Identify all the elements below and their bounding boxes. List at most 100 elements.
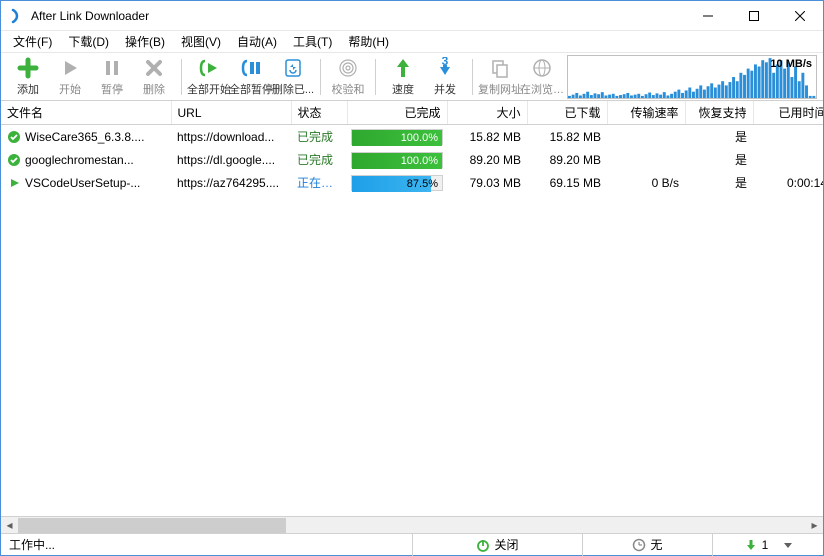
- status-schedule[interactable]: 无: [583, 534, 713, 556]
- downloaded-text: 15.82 MB: [527, 125, 607, 149]
- start-all-label: 全部开始: [187, 81, 231, 97]
- close-button[interactable]: [777, 1, 823, 31]
- add-button[interactable]: 添加: [7, 55, 49, 99]
- status-text: 已完成: [291, 148, 347, 171]
- size-text: 15.82 MB: [447, 125, 527, 149]
- download-table-area[interactable]: 文件名 URL 状态 已完成 大小 已下载 传输速率 恢复支持 已用时间 Wis…: [1, 101, 823, 516]
- copy-url-label: 复制网址: [478, 81, 522, 97]
- in-browser-button[interactable]: 在浏览器...: [521, 55, 563, 99]
- progress-cell: 100.0%: [347, 148, 447, 171]
- scroll-track[interactable]: [18, 517, 806, 534]
- filename-text: VSCodeUserSetup-...: [25, 176, 140, 190]
- col-filename[interactable]: 文件名: [1, 101, 171, 125]
- elapsed-text: [753, 125, 823, 149]
- download-arrow-icon: [744, 538, 758, 552]
- start-all-button[interactable]: 全部开始: [188, 55, 230, 99]
- col-elapsed[interactable]: 已用时间: [753, 101, 823, 125]
- col-downloaded[interactable]: 已下载: [527, 101, 607, 125]
- rate-text: 0 B/s: [607, 171, 685, 194]
- col-resume[interactable]: 恢复支持: [685, 101, 753, 125]
- concurrent-icon: 3: [433, 56, 457, 80]
- status-close[interactable]: 关闭: [413, 534, 583, 556]
- status-working: 工作中...: [1, 534, 413, 556]
- delete-label: 删除: [143, 81, 165, 97]
- progress-cell: 100.0%: [347, 125, 447, 149]
- status-count-text: 1: [762, 538, 769, 552]
- scroll-left-button[interactable]: ◂: [1, 517, 18, 534]
- size-text: 89.20 MB: [447, 148, 527, 171]
- col-url[interactable]: URL: [171, 101, 291, 125]
- pause-icon: [100, 56, 124, 80]
- col-rate[interactable]: 传输速率: [607, 101, 685, 125]
- title-bar: After Link Downloader: [1, 1, 823, 31]
- pause-all-label: 全部暂停: [229, 81, 273, 97]
- url-text: https://download...: [171, 125, 291, 149]
- delete-button[interactable]: 删除: [133, 55, 175, 99]
- start-all-icon: [197, 56, 221, 80]
- menu-item-4[interactable]: 自动(A): [229, 31, 285, 52]
- speed-label: 速度: [392, 81, 414, 97]
- pause-all-button[interactable]: 全部暂停: [230, 55, 272, 99]
- menu-item-5[interactable]: 工具(T): [285, 31, 340, 52]
- app-icon: [9, 8, 25, 24]
- table-header-row: 文件名 URL 状态 已完成 大小 已下载 传输速率 恢复支持 已用时间: [1, 101, 823, 125]
- scroll-thumb[interactable]: [18, 518, 286, 533]
- add-label: 添加: [17, 81, 39, 97]
- concurrent-label: 并发: [434, 81, 456, 97]
- speed-chart-label: 10 MB/s: [770, 58, 812, 70]
- rate-text: [607, 125, 685, 149]
- speed-icon: [391, 56, 415, 80]
- filename-text: googlechromestan...: [25, 153, 134, 167]
- check-icon: [7, 130, 21, 144]
- resume-text: 是: [685, 148, 753, 171]
- status-count[interactable]: 1: [713, 534, 823, 556]
- scroll-right-button[interactable]: ▸: [806, 517, 823, 534]
- toolbar-separator: [375, 59, 376, 95]
- toolbar-separator: [320, 59, 321, 95]
- copy-url-button[interactable]: 复制网址: [479, 55, 521, 99]
- pause-button[interactable]: 暂停: [91, 55, 133, 99]
- play-icon: [7, 176, 21, 190]
- speed-chart: 10 MB/s: [567, 55, 817, 99]
- status-bar: 工作中... 关闭 无 1: [1, 533, 823, 555]
- status-schedule-text: 无: [650, 536, 662, 553]
- url-text: https://dl.google....: [171, 148, 291, 171]
- copy-icon: [488, 56, 512, 80]
- menu-item-3[interactable]: 视图(V): [173, 31, 229, 52]
- status-close-text: 关闭: [494, 536, 518, 553]
- table-row[interactable]: googlechromestan... https://dl.google....…: [1, 148, 823, 171]
- globe-icon: [530, 56, 554, 80]
- downloaded-text: 69.15 MB: [527, 171, 607, 194]
- rate-text: [607, 148, 685, 171]
- concurrent-button[interactable]: 3 并发: [424, 55, 466, 99]
- size-text: 79.03 MB: [447, 171, 527, 194]
- status-text: 正在传...: [291, 171, 347, 194]
- minimize-button[interactable]: [685, 1, 731, 31]
- maximize-button[interactable]: [731, 1, 777, 31]
- delete-done-label: 删除已...: [272, 81, 314, 97]
- delete-icon: [142, 56, 166, 80]
- delete-done-button[interactable]: 删除已...: [272, 55, 314, 99]
- resume-text: 是: [685, 125, 753, 149]
- speed-button[interactable]: 速度: [382, 55, 424, 99]
- start-label: 开始: [59, 81, 81, 97]
- menu-item-0[interactable]: 文件(F): [5, 31, 60, 52]
- url-text: https://az764295....: [171, 171, 291, 194]
- col-size[interactable]: 大小: [447, 101, 527, 125]
- checksum-button[interactable]: 校验和: [327, 55, 369, 99]
- menu-item-2[interactable]: 操作(B): [117, 31, 173, 52]
- menu-item-1[interactable]: 下载(D): [60, 31, 117, 52]
- menu-bar: 文件(F)下载(D)操作(B)视图(V)自动(A)工具(T)帮助(H): [1, 31, 823, 53]
- horizontal-scrollbar[interactable]: ◂ ▸: [1, 516, 823, 533]
- dropdown-icon: [784, 541, 792, 549]
- play-icon: [58, 56, 82, 80]
- pause-label: 暂停: [101, 81, 123, 97]
- col-status[interactable]: 状态: [291, 101, 347, 125]
- col-done[interactable]: 已完成: [347, 101, 447, 125]
- downloaded-text: 89.20 MB: [527, 148, 607, 171]
- start-button[interactable]: 开始: [49, 55, 91, 99]
- table-row[interactable]: VSCodeUserSetup-... https://az764295....正…: [1, 171, 823, 194]
- plus-icon: [16, 56, 40, 80]
- menu-item-6[interactable]: 帮助(H): [340, 31, 397, 52]
- table-row[interactable]: WiseCare365_6.3.8....https://download...…: [1, 125, 823, 149]
